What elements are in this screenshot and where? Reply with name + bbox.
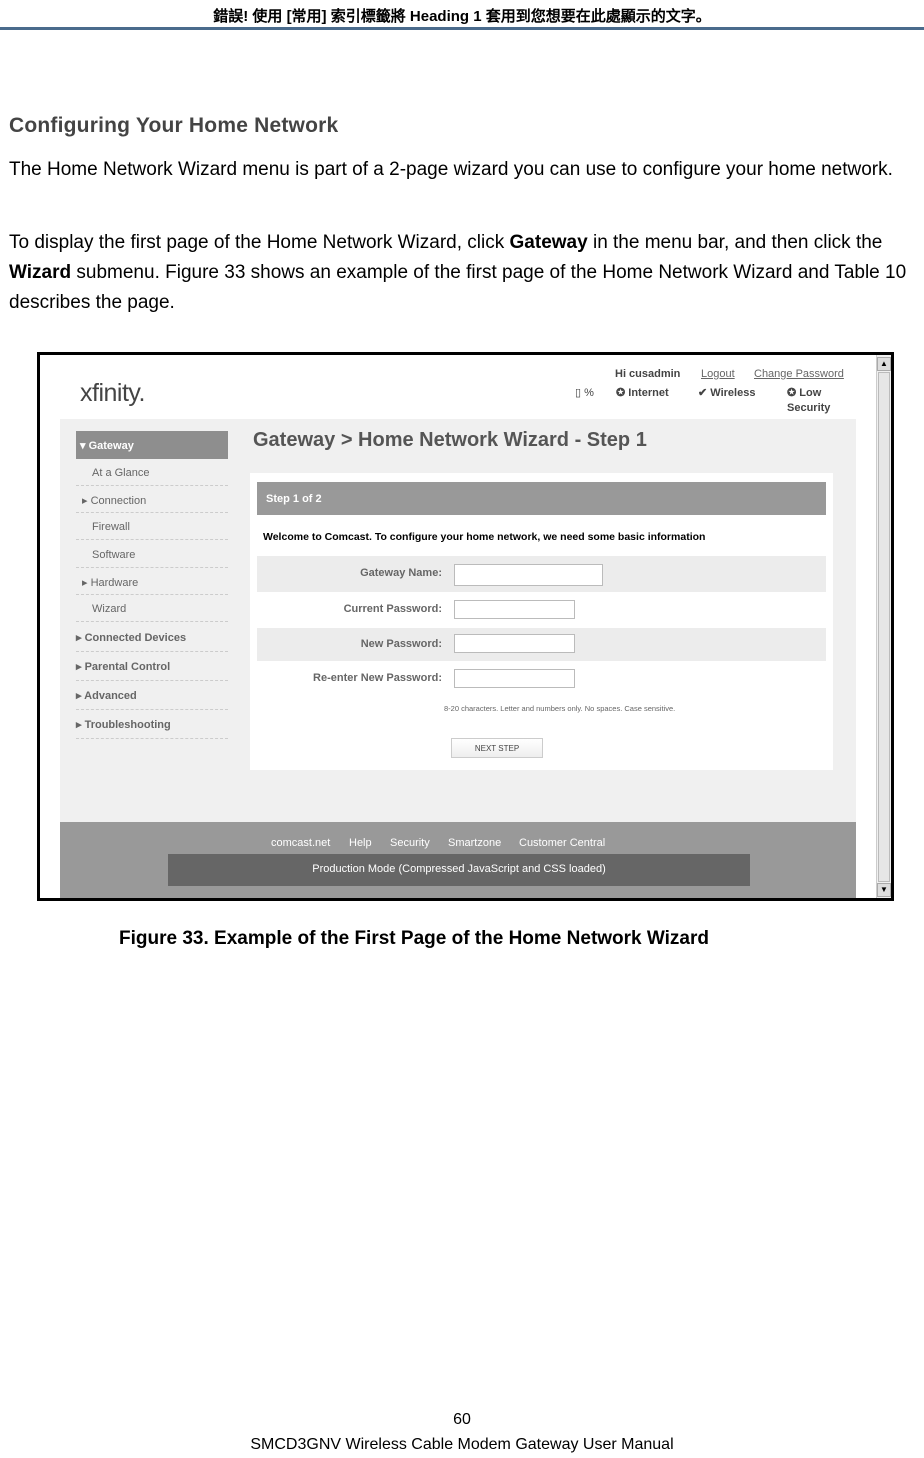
manual-title: SMCD3GNV Wireless Cable Modem Gateway Us… (250, 1436, 674, 1453)
field-label: Re-enter New Password: (313, 672, 442, 684)
figure-caption: Figure 33. Example of the First Page of … (119, 928, 710, 949)
xfinity-logo: xfinity. (80, 379, 146, 407)
reenter-password-row: Re-enter New Password: (257, 661, 826, 697)
sidebar-item-connection[interactable]: ▸ Connection (76, 486, 228, 513)
sidebar-item-hardware[interactable]: ▸ Hardware (76, 568, 228, 595)
current-password-input[interactable] (454, 600, 575, 619)
new-password-input[interactable] (454, 634, 575, 653)
welcome-text: Welcome to Comcast. To configure your ho… (263, 531, 706, 543)
label: Troubleshooting (84, 719, 171, 731)
internet-status: ✪ Internet (616, 387, 669, 399)
status-label: Internet (628, 387, 669, 399)
field-label: New Password: (360, 638, 442, 650)
label: Advanced (84, 690, 137, 702)
security-status: ✪ Low Security (787, 387, 831, 414)
footer-link-help[interactable]: Help (349, 837, 372, 849)
next-step-button[interactable]: NEXT STEP (451, 738, 543, 758)
section-title: Configuring Your Home Network (9, 114, 339, 137)
wireless-status: ✔ Wireless (698, 387, 756, 399)
current-password-row: Current Password: (257, 592, 826, 628)
status-label: Low Security (787, 387, 831, 414)
password-hint: 8-20 characters. Letter and numbers only… (444, 704, 676, 713)
page-title: Gateway > Home Network Wizard - Step 1 (253, 429, 647, 451)
label: Connection (90, 495, 147, 507)
sidebar-item-at-a-glance[interactable]: At a Glance (76, 459, 228, 486)
status-label: Wireless (710, 387, 756, 399)
footer-link-comcast[interactable]: comcast.net (271, 837, 330, 849)
figure-screenshot: xfinity. Hi cusadmin Logout Change Passw… (37, 352, 894, 901)
bold-text: Gateway (509, 232, 588, 253)
change-password-link[interactable]: Change Password (754, 368, 844, 380)
footer-link-customer-central[interactable]: Customer Central (519, 837, 605, 849)
vertical-scrollbar[interactable]: ▲ ▼ (876, 355, 891, 898)
page-number: 60 (453, 1411, 471, 1428)
label: Connected Devices (84, 632, 187, 644)
text: To display the first page of the Home Ne… (9, 232, 510, 253)
header-rule (0, 27, 924, 30)
sidebar-item-gateway[interactable]: ▾ Gateway (76, 431, 228, 459)
scroll-thumb[interactable] (878, 372, 890, 882)
running-header: 錯誤! 使用 [常用] 索引標籤將 Heading 1 套用到您想要在此處顯示的… (213, 8, 711, 25)
logout-link[interactable]: Logout (701, 368, 735, 380)
production-mode-banner: Production Mode (Compressed JavaScript a… (168, 854, 750, 886)
sidebar-item-software[interactable]: Software (76, 541, 228, 568)
sidebar-item-firewall[interactable]: Firewall (76, 513, 228, 540)
step-header: Step 1 of 2 (257, 482, 826, 515)
sidebar-item-connected-devices[interactable]: ▸ Connected Devices (76, 623, 228, 652)
battery-percent: % (584, 387, 594, 399)
sidebar-item-advanced[interactable]: ▸ Advanced (76, 681, 228, 710)
field-label: Current Password: (343, 603, 442, 615)
scroll-down-icon[interactable]: ▼ (877, 883, 891, 897)
new-password-row: New Password: (257, 628, 826, 661)
top-header: xfinity. Hi cusadmin Logout Change Passw… (60, 355, 856, 419)
scroll-up-icon[interactable]: ▲ (877, 357, 891, 371)
sidebar-item-parental-control[interactable]: ▸ Parental Control (76, 652, 228, 681)
user-greeting: Hi cusadmin (615, 368, 681, 380)
wizard-card: Step 1 of 2 Welcome to Comcast. To confi… (250, 473, 833, 770)
footer-link-security[interactable]: Security (390, 837, 430, 849)
sidebar-item-wizard[interactable]: Wizard (76, 595, 228, 622)
gateway-name-input[interactable] (454, 564, 603, 586)
field-label: Gateway Name: (360, 567, 442, 579)
page-footer: comcast.net Help Security Smartzone Cust… (60, 822, 856, 898)
paragraph-2: To display the first page of the Home Ne… (9, 228, 914, 318)
battery-icon: ▯ % (575, 387, 594, 399)
sidebar-item-troubleshooting[interactable]: ▸ Troubleshooting (76, 710, 228, 739)
text: in the menu bar, and then click the (587, 232, 883, 253)
paragraph-1: The Home Network Wizard menu is part of … (9, 159, 893, 180)
reenter-password-input[interactable] (454, 669, 575, 688)
bold-text: Wizard (9, 262, 72, 283)
web-page: xfinity. Hi cusadmin Logout Change Passw… (60, 355, 856, 898)
label: Hardware (90, 577, 139, 589)
gateway-name-row: Gateway Name: (257, 556, 826, 592)
label: Gateway (88, 440, 134, 452)
label: Parental Control (84, 661, 171, 673)
text: submenu. Figure 33 shows an example of t… (9, 262, 907, 313)
footer-link-smartzone[interactable]: Smartzone (448, 837, 501, 849)
